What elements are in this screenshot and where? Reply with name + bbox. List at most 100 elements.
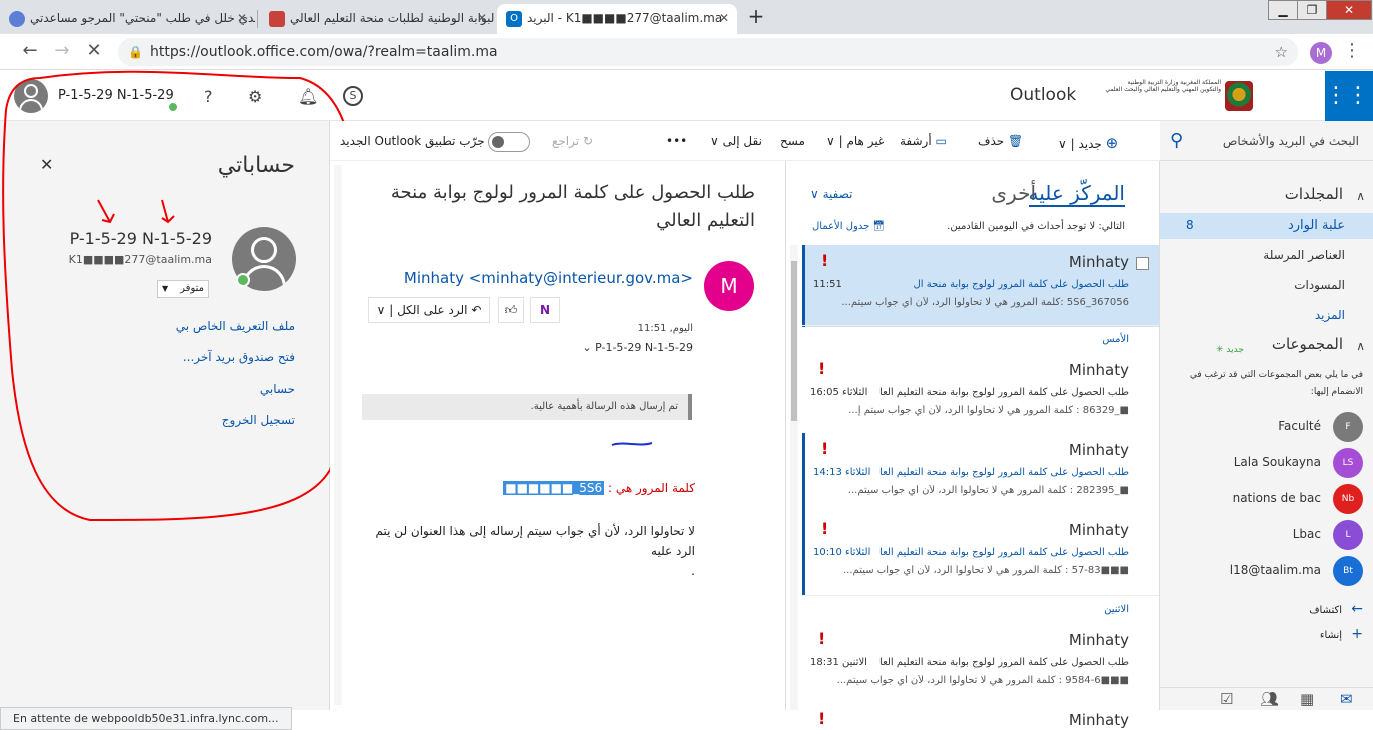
message-sender: Minhaty (1068, 253, 1129, 271)
delete-button[interactable]: 🗑︎ حذف (978, 134, 1023, 148)
group-item[interactable]: Lala Soukayna LS (1160, 445, 1373, 481)
reply-all-button[interactable]: ↶ الرد على الكل | ∨ (368, 297, 490, 323)
stop-loading-icon[interactable]: ✕ (82, 40, 106, 64)
folder-inbox-label[interactable]: علبة الوارد (1195, 218, 1345, 233)
onenote-icon[interactable]: N (530, 297, 560, 323)
like-icon[interactable]: 👍︎ (498, 297, 524, 323)
forward-icon[interactable]: → (50, 40, 74, 64)
back-icon[interactable]: ← (18, 40, 42, 64)
try-new-outlook-label: جرّب تطبيق Outlook الجديد (340, 134, 485, 148)
high-importance-icon: ! (818, 709, 826, 728)
more-actions-button[interactable]: ••• (666, 134, 687, 148)
chevron-up-icon[interactable]: ∧ (1356, 189, 1365, 203)
bookmark-star-icon[interactable]: ☆ (1275, 38, 1288, 66)
message-sender: Minhaty (1068, 521, 1129, 539)
url-input[interactable]: 🔒 https://outlook.office.com/owa/?realm=… (118, 38, 1298, 66)
message-item[interactable]: ! Minhaty طلب الحصول على كلمة المرور لول… (802, 245, 1159, 327)
reply-all-icon: ↶ (471, 303, 482, 317)
presence-status-dropdown[interactable]: متوفر ▼ (157, 280, 209, 298)
message-item[interactable]: ! Minhaty طلب الحصول على كلمة المرور لول… (802, 623, 1159, 705)
browser-tab-3[interactable]: O البريد - K1■■■■277@taalim.ma ✕ (497, 4, 737, 34)
recipient-name: P-1-5-29 N-1-5-29 (595, 341, 693, 354)
delete-label: حذف (978, 134, 1005, 148)
agenda-link[interactable]: 📅︎ جدول الأعمال (812, 221, 885, 232)
group-item[interactable]: Faculté F (1160, 409, 1373, 445)
browser-tab-2[interactable]: البوابة الوطنية لطلبات منحة التعليم العا… (260, 4, 495, 34)
message-sender: Minhaty (1068, 711, 1129, 729)
close-icon[interactable]: ✕ (40, 155, 53, 174)
browser-tab-1[interactable]: لدي خلل في طلب "منحتي" المرجو مساعدتي ✕ (0, 4, 255, 34)
people-icon[interactable]: 👥︎ (1260, 690, 1279, 708)
create-group-button[interactable]: + إنشاء (1320, 626, 1363, 642)
tab-close-icon[interactable]: ✕ (719, 4, 729, 32)
group-item[interactable]: nations de bac Nb (1160, 481, 1373, 517)
my-profile-link[interactable]: ملف التعريف الخاص بي (176, 319, 295, 333)
tab-other[interactable]: أخرى (991, 181, 1036, 205)
message-preview: ■_282395 : كلمة المرور هي لا تحاولوا الر… (847, 485, 1129, 496)
group-item[interactable]: Lbac L (1160, 517, 1373, 553)
search-placeholder: البحث في البريد والأشخاص (1222, 134, 1359, 148)
open-other-mailbox-link[interactable]: فتح صندوق بريد آخر... (183, 350, 295, 364)
move-to-button[interactable]: نقل إلى ∨ (710, 134, 762, 148)
tab-close-icon[interactable]: ✕ (237, 4, 247, 32)
help-icon[interactable]: ? (204, 87, 213, 106)
junk-button[interactable]: غير هام | ∨ (826, 134, 884, 148)
sign-out-link[interactable]: تسجيل الخروج (222, 413, 295, 427)
new-button[interactable]: ⊕ جديد | ∨ (1058, 134, 1118, 152)
profile-avatar[interactable]: M (1310, 42, 1332, 64)
message-item[interactable]: ! Minhaty طلب الحصول على كلمة المرور لول… (802, 353, 1159, 435)
browser-menu-icon[interactable]: ⋮ (1340, 40, 1364, 64)
discover-groups-button[interactable]: ← اكتشاف (1309, 601, 1363, 617)
tab-close-icon[interactable]: ✕ (477, 4, 487, 32)
chevron-up-icon[interactable]: ∧ (1356, 339, 1365, 353)
sender-avatar[interactable]: M (704, 261, 754, 311)
search-box[interactable]: ⚲ البحث في البريد والأشخاص (1160, 121, 1373, 161)
folder-drafts[interactable]: المسودات (1195, 278, 1345, 292)
high-importance-icon: ! (821, 251, 829, 270)
message-recipients[interactable]: ⌄ P-1-5-29 N-1-5-29 (582, 341, 693, 354)
sweep-button[interactable]: مسح (780, 134, 805, 148)
lock-icon: 🔒 (128, 45, 143, 59)
next-events-note: التالي: لا توجد أحداث في اليومين القادمي… (947, 221, 1125, 232)
trash-icon: 🗑︎ (1007, 134, 1024, 148)
folder-more[interactable]: المزيد (1195, 308, 1345, 322)
groups-new-badge[interactable]: ✳ جديد (1216, 345, 1244, 355)
chevron-down-icon: ∨ (810, 187, 819, 201)
message-sender[interactable]: Minhaty <minhaty@interieur.gov.ma> (404, 269, 693, 287)
folder-sent-items[interactable]: العناصر المرسلة (1195, 248, 1345, 262)
tab-focused[interactable]: المركّز عليه (1028, 181, 1125, 207)
message-item[interactable]: ! Minhaty طلب الحصول على كلمة المرور لول… (802, 433, 1159, 515)
ministry-text: المملكة المغربية وزارة التربية الوطنية و… (1105, 79, 1221, 93)
tab-favicon-icon (9, 11, 25, 27)
calendar-icon[interactable]: ▦ (1300, 690, 1314, 708)
message-list-scrollbar[interactable] (790, 245, 798, 710)
archive-button[interactable]: ▭ أرشفة (900, 134, 947, 148)
undo-button[interactable]: ↻ تراجع (552, 134, 593, 148)
minimize-button[interactable]: ▁ (1268, 0, 1298, 20)
close-window-button[interactable]: ✕ (1326, 0, 1372, 20)
header-account-name[interactable]: P-1-5-29 N-1-5-29 (58, 88, 174, 103)
account-avatar[interactable] (14, 79, 48, 113)
message-checkbox[interactable] (1136, 257, 1149, 270)
message-list: المركّز عليه أخرى ∨ تصفية التالي: لا توج… (785, 161, 1160, 729)
message-item[interactable]: ! Minhaty (802, 703, 1159, 729)
reading-pane-scrollbar[interactable] (334, 165, 342, 705)
new-outlook-toggle[interactable] (488, 132, 530, 152)
filter-button[interactable]: ∨ تصفية (810, 187, 853, 201)
outlook-header: P-1-5-29 N-1-5-29 ? ⚙ 🔔︎ S Outlook الممل… (0, 71, 1373, 121)
high-importance-icon: ! (821, 439, 829, 458)
gear-icon[interactable]: ⚙ (248, 87, 262, 106)
tasks-icon[interactable]: ☑ (1220, 690, 1233, 708)
my-account-link[interactable]: حسابي (260, 382, 295, 396)
new-tab-button[interactable]: + (742, 4, 770, 30)
groups-heading[interactable]: المجموعات (1272, 335, 1343, 353)
app-launcher-icon[interactable]: ⋮⋮⋮ (1325, 71, 1373, 121)
maximize-button[interactable]: ❐ (1297, 0, 1327, 20)
search-icon[interactable]: ⚲ (1170, 130, 1183, 151)
skype-icon[interactable]: S (343, 86, 363, 106)
group-item[interactable]: l18@taalim.ma Bt (1160, 553, 1373, 589)
bell-icon[interactable]: 🔔︎ (298, 87, 318, 106)
folders-heading[interactable]: المجلدات (1285, 185, 1343, 203)
mail-icon[interactable]: ✉ (1340, 690, 1353, 708)
message-item[interactable]: ! Minhaty طلب الحصول على كلمة المرور لول… (802, 513, 1159, 595)
